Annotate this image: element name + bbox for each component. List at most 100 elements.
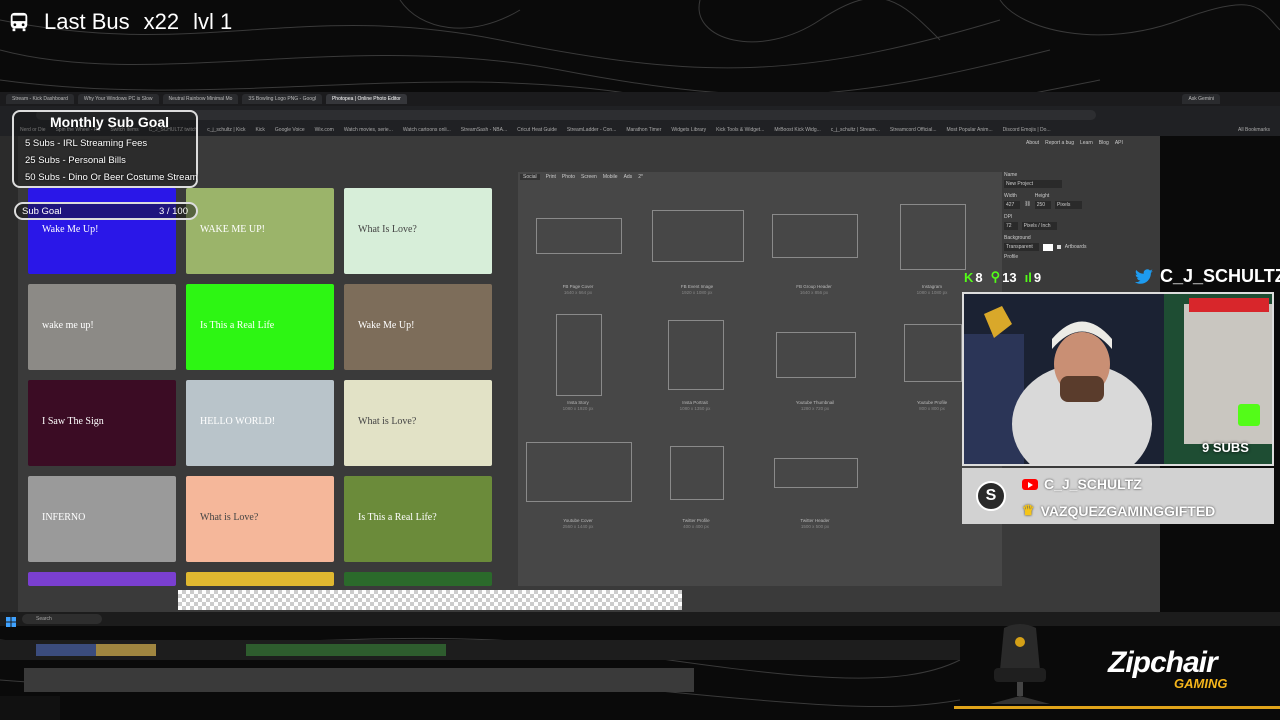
bookmark[interactable]: Wix.com (315, 127, 334, 133)
preset-name: Youtube Thumbnail (795, 400, 835, 405)
channel-logo: S (976, 481, 1006, 511)
bookmark[interactable]: Watch movies, serie... (344, 127, 393, 133)
all-bookmarks[interactable]: All Bookmarks (1238, 127, 1270, 133)
height-field[interactable]: 250 (1034, 201, 1052, 209)
preset-frame[interactable] (668, 320, 724, 390)
width-field[interactable]: 427 (1004, 201, 1021, 209)
template-thumbnail[interactable]: HELLO WORLD! (186, 380, 334, 466)
browser-tab[interactable]: Why Your Windows PC is Slow (77, 94, 159, 104)
dpi-unit-select[interactable]: Pixels / Inch (1021, 222, 1057, 230)
bookmark[interactable]: StreamSash - NBA... (461, 127, 507, 133)
bookmark[interactable]: Discord Emojis | Do... (1003, 127, 1051, 133)
preset-frame[interactable] (670, 446, 724, 500)
unit-select[interactable]: Pixels (1055, 201, 1083, 209)
template-thumbnail[interactable]: WAKE ME UP! (186, 188, 334, 274)
bookmark[interactable]: c_j_schultz | Stream... (831, 127, 880, 133)
bookmark[interactable]: Cricut Heat Guide (517, 127, 557, 133)
gifted-name: VAZQUEZGAMINGGIFTED (1040, 502, 1216, 519)
preset-dimensions: 2560 x 1440 px (562, 524, 594, 529)
preset-frame[interactable] (904, 324, 962, 382)
template-thumbnail[interactable]: Is This a Real Life (186, 284, 334, 370)
template-thumbnail[interactable]: Wake Me Up! (28, 188, 176, 274)
bookmark[interactable]: Most Popular Anim... (946, 127, 992, 133)
bookmark[interactable]: Streamcord Official... (890, 127, 937, 133)
link-learn[interactable]: Learn (1080, 140, 1093, 146)
preset-frame[interactable] (774, 458, 858, 488)
preset-frame[interactable] (556, 314, 602, 396)
bookmark[interactable]: Widgets Library (671, 127, 706, 133)
dpi-field[interactable]: 72 (1004, 222, 1018, 230)
name-field[interactable]: New Project (1004, 180, 1062, 188)
sub-goal-label: Sub Goal (22, 205, 62, 217)
template-thumbnail[interactable] (344, 572, 492, 586)
template-thumbnail[interactable]: Is This a Real Life? (344, 476, 492, 562)
profile-label: Profile (1004, 254, 1019, 260)
tab-social[interactable]: Social (520, 174, 540, 180)
preset-frame[interactable] (900, 204, 966, 270)
preset-dimensions: 1920 x 1080 px (681, 290, 713, 295)
browser-tab[interactable]: Neutral Rainbow Minimal Mo (162, 94, 239, 104)
preset-dimensions: 1500 x 500 px (800, 524, 830, 529)
tab-photo[interactable]: Photo (562, 174, 575, 180)
twitter-handle: C_J_SCHULTZ (1134, 266, 1280, 287)
preset-frame[interactable] (652, 210, 744, 262)
user-icon: ⚲ (990, 269, 1001, 284)
artboards-checkbox[interactable] (1056, 245, 1061, 249)
tab-custom[interactable]: 2* (638, 174, 643, 180)
link-about[interactable]: About (1026, 140, 1039, 146)
bookmark[interactable]: Kick Tools & Widget... (716, 127, 764, 133)
bookmark[interactable]: StreamLadder - Con... (567, 127, 616, 133)
hud-title: Last Bus (44, 9, 130, 34)
bookmark[interactable]: c_j_schultz | Kick (207, 127, 245, 133)
thumbnail-caption: Is This a Real Life? (358, 512, 437, 523)
template-thumbnail[interactable]: I Saw The Sign (28, 380, 176, 466)
template-thumbnail[interactable] (186, 572, 334, 586)
taskbar-search[interactable]: Search (22, 614, 102, 624)
tab-screen[interactable]: Screen (581, 174, 597, 180)
preset-frame[interactable] (536, 218, 622, 254)
tab-print[interactable]: Print (546, 174, 556, 180)
zipchair-gaming: GAMING (1174, 676, 1228, 691)
thumbnail-caption: WAKE ME UP! (200, 224, 265, 235)
bookmark[interactable]: MrBoost Kick Widg... (774, 127, 820, 133)
template-thumbnail[interactable]: Wake Me Up! (344, 284, 492, 370)
browser-tab-active[interactable]: Photopea | Online Photo Editor (325, 94, 407, 104)
template-thumbnail[interactable]: What is Love? (186, 476, 334, 562)
preset-frame[interactable] (776, 332, 856, 378)
preset-frame[interactable] (526, 442, 632, 502)
template-thumbnail[interactable]: What Is Love? (344, 188, 492, 274)
bookmark[interactable]: Kick (255, 127, 264, 133)
link-report-bug[interactable]: Report a bug (1045, 140, 1074, 146)
bookmark[interactable]: Marathon Timer (626, 127, 661, 133)
template-thumbnail[interactable]: What is Love? (344, 380, 492, 466)
bookmark[interactable]: Google Voice (275, 127, 305, 133)
preset-dimensions: 1280 x 720 px (800, 406, 830, 411)
preset-dimensions: 1080 x 1350 px (679, 406, 711, 411)
template-thumbnail[interactable]: INFERNO (28, 476, 176, 562)
background-color-swatch[interactable] (1042, 243, 1053, 251)
photopea-top-links: About Report a bug Learn Blog API (1026, 140, 1123, 146)
youtube-row: C_J_SCHULTZ (1022, 476, 1142, 492)
link-icon[interactable]: ⛓ (1024, 201, 1030, 209)
preset-dimensions: 1640 x 856 px (799, 290, 829, 295)
browser-tab[interactable]: 3S Bowling Logo PNG - Googl (242, 94, 322, 104)
ask-gemini-button[interactable]: Ask Gemini (1182, 94, 1220, 104)
size-category-tabs: Social Print Photo Screen Mobile Ads 2* (520, 174, 643, 180)
twitter-icon (1134, 268, 1153, 284)
template-thumbnail[interactable] (28, 572, 176, 586)
tab-ads[interactable]: Ads (624, 174, 633, 180)
link-api[interactable]: API (1115, 140, 1123, 146)
preset-name: FB Group Header (796, 284, 832, 289)
gifted-row: ♛ VAZQUEZGAMINGGIFTED (1022, 502, 1215, 519)
thumbnail-caption: What Is Love? (358, 224, 417, 235)
template-thumbnail[interactable]: wake me up! (28, 284, 176, 370)
tab-mobile[interactable]: Mobile (603, 174, 618, 180)
link-blog[interactable]: Blog (1099, 140, 1109, 146)
preset-frame[interactable] (772, 214, 858, 258)
windows-start-icon[interactable] (6, 614, 16, 627)
twitter-handle-text: C_J_SCHULTZ (1160, 266, 1280, 286)
bookmark[interactable]: Watch cartoons onli... (403, 127, 451, 133)
youtube-handle: C_J_SCHULTZ (1044, 476, 1142, 492)
browser-tab[interactable]: Stream - Kick Dashboard (6, 94, 74, 104)
background-select[interactable]: Transparent (1004, 243, 1039, 251)
